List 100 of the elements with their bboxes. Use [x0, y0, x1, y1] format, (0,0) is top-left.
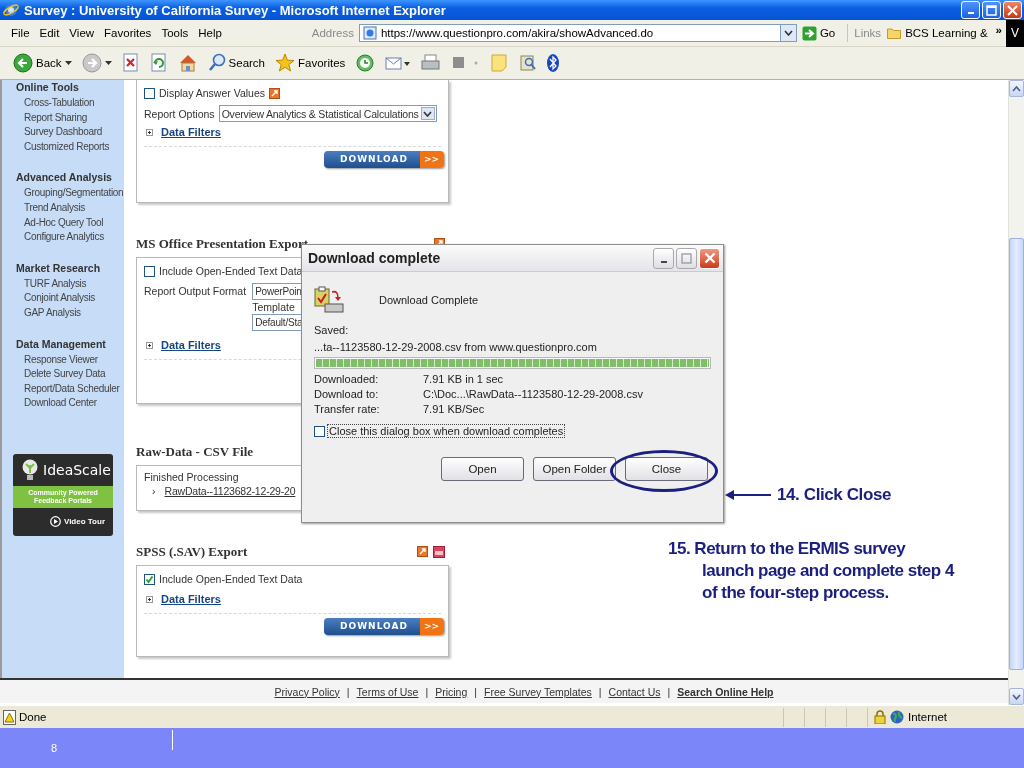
menu-item[interactable]: File	[6, 27, 35, 39]
refresh-icon	[149, 53, 168, 73]
menu-item[interactable]: View	[64, 27, 100, 39]
checkbox[interactable]	[144, 87, 155, 99]
minimize-icon	[967, 12, 974, 14]
caret-icon	[1012, 693, 1021, 700]
window-title: Survey : University of California Survey - Microsoft Internet Explorer	[24, 2, 447, 18]
clock-icon	[355, 53, 376, 73]
footer-link[interactable]: Contact Us	[608, 685, 661, 698]
search-button[interactable]: Search	[204, 50, 268, 76]
sidebar-link[interactable]: Cross-Tabulation	[2, 96, 124, 111]
section-heading: Market Research	[15, 261, 102, 274]
document-icon	[433, 545, 445, 558]
download-button[interactable]: DOWNLOAD >>	[324, 618, 444, 635]
report-icon	[269, 87, 281, 99]
sidebar-link[interactable]: TURF Analysis	[2, 276, 124, 292]
saved-label: Saved:	[314, 324, 350, 336]
menu-item[interactable]: Favorites	[99, 27, 157, 39]
close-icon	[703, 252, 716, 264]
expand-icon	[146, 595, 153, 603]
footer-link[interactable]: Privacy Policy	[274, 685, 340, 698]
scrollbar[interactable]	[1008, 80, 1024, 705]
minimize-button[interactable]	[653, 247, 674, 269]
sidebar-link[interactable]: Customized Reports	[2, 139, 124, 155]
slide-number: 8	[51, 742, 59, 754]
warning-icon	[3, 709, 16, 725]
dialog-button[interactable]: Open	[441, 457, 524, 481]
section-title: Raw-Data - CSV File	[136, 443, 255, 460]
expand-icon	[146, 128, 153, 136]
footer-link[interactable]: Search Online Help	[677, 685, 774, 698]
data-filters-link[interactable]: Data Filters	[161, 126, 221, 138]
detail-value: 7.91 KB in 1 sec	[423, 373, 505, 385]
footer-link[interactable]: Free Survey Templates	[484, 685, 592, 698]
detail-label: Downloaded:	[314, 373, 380, 385]
favorites-button[interactable]: Favorites	[272, 50, 349, 76]
maximize-icon	[681, 252, 692, 264]
dialog-title: Download complete	[308, 250, 442, 266]
links-label: Links	[854, 27, 882, 39]
checkbox[interactable]	[144, 573, 155, 585]
browser-icon	[3, 2, 19, 18]
play-icon	[49, 515, 61, 527]
footer-link[interactable]: Terms of Use	[356, 685, 419, 698]
sidebar-link[interactable]: GAP Analysis	[2, 305, 124, 321]
sidebar-link[interactable]: Configure Analytics	[2, 230, 124, 245]
detail-label: Download to:	[314, 388, 380, 400]
checkbox[interactable]	[314, 425, 325, 437]
go-button[interactable]: Go	[796, 25, 844, 41]
lock-icon	[874, 710, 886, 724]
sidebar-link[interactable]: Response Viewer	[2, 352, 124, 368]
caret-icon	[783, 30, 793, 36]
checkbox-label: Close this dialog box when download completes	[327, 424, 566, 438]
download-icon	[314, 286, 346, 314]
address-field[interactable]: https://www.questionpro.com/akira/showAdvanced.do	[358, 24, 781, 42]
field-label: Report Output Format	[144, 284, 247, 297]
sidebar-link[interactable]: Trend Analysis	[2, 200, 124, 216]
menu-item[interactable]: Tools	[156, 27, 194, 39]
search-icon	[207, 53, 226, 73]
sidebar-link[interactable]: Grouping/Segmentation	[2, 186, 124, 201]
report-icon	[417, 545, 428, 557]
sidebar-link[interactable]: Delete Survey Data	[2, 367, 124, 382]
separator: |	[474, 685, 478, 698]
toolbar-edge: V	[1006, 19, 1024, 47]
data-filters-link[interactable]: Data Filters	[161, 593, 221, 605]
dialog-button[interactable]: Close	[625, 457, 708, 481]
sidebar-link[interactable]: Conjoint Analysis	[2, 291, 124, 306]
video-tour-button[interactable]: Video Tour	[13, 507, 113, 527]
menu-item[interactable]: Edit	[34, 27, 65, 39]
sidebar-link[interactable]: Survey Dashboard	[2, 125, 124, 140]
menu-item[interactable]: Help	[193, 27, 227, 39]
link-item[interactable]: BCS Learning &	[883, 27, 992, 39]
scroll-up-button[interactable]	[1009, 80, 1024, 97]
more-links-button[interactable]: »	[991, 24, 1006, 42]
data-filters-link[interactable]: Data Filters	[161, 339, 221, 351]
lightbulb-icon	[21, 458, 39, 481]
sidebar-link[interactable]: Report Sharing	[2, 110, 124, 126]
dialog-button[interactable]: Open Folder	[533, 457, 616, 481]
brand-name: IdeaScale	[43, 461, 111, 478]
minimize-icon	[660, 260, 667, 263]
instruction-text: 15. Return to the ERMIS survey launch page and complete step 4 of the four-step process.	[668, 538, 954, 604]
magnifier-document-icon	[518, 53, 537, 73]
caret-icon	[104, 60, 112, 66]
download-button[interactable]: DOWNLOAD >>	[324, 151, 444, 168]
bullet-icon: ›	[152, 485, 156, 497]
close-button[interactable]	[1003, 1, 1022, 19]
file-link[interactable]: RawData--1123682-12-29-20	[164, 485, 296, 497]
expand-icon	[146, 341, 153, 349]
scroll-down-button[interactable]	[1009, 688, 1024, 705]
checkbox-label: Display Answer Values	[159, 87, 266, 99]
checkbox[interactable]	[144, 265, 155, 277]
scroll-thumb[interactable]	[1009, 238, 1024, 670]
sidebar-link[interactable]: Ad-Hoc Query Tool	[2, 215, 124, 231]
close-button[interactable]	[699, 247, 720, 269]
back-button[interactable]: Back	[10, 50, 75, 76]
footer-link[interactable]: Pricing	[435, 685, 468, 698]
sidebar-link[interactable]: Report/Data Scheduler	[2, 381, 124, 397]
section-heading: Data Management	[15, 337, 107, 350]
sidebar-link[interactable]: Download Center	[2, 396, 124, 411]
globe-icon	[890, 710, 904, 724]
bluetooth-icon	[546, 53, 561, 73]
dropdown[interactable]: Overview Analytics & Statistical Calculations	[218, 105, 437, 122]
